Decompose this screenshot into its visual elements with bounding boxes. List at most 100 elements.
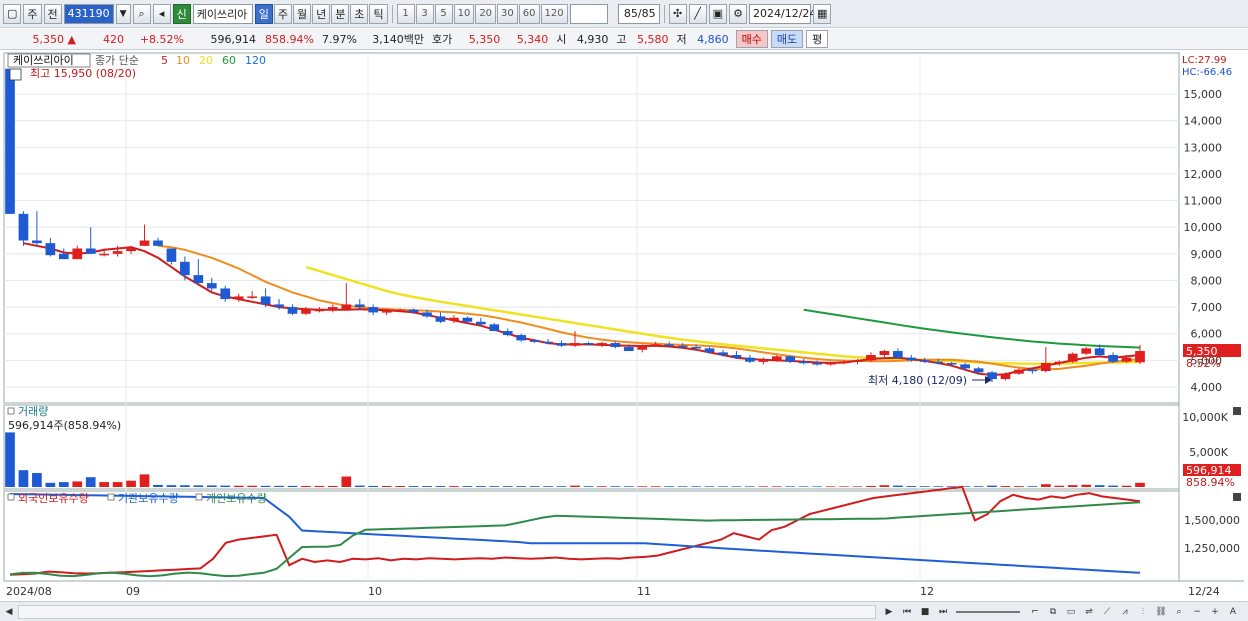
volume-bar[interactable]	[798, 486, 809, 487]
candle-body[interactable]	[462, 317, 473, 322]
volume-bar[interactable]	[408, 486, 419, 487]
save-icon[interactable]: ▣	[708, 3, 728, 24]
chevron-down-icon[interactable]: ▼	[115, 3, 131, 24]
volume-bar[interactable]	[704, 486, 715, 487]
volume-bar[interactable]	[153, 484, 163, 487]
volume-bar[interactable]	[812, 486, 822, 487]
volume-bar[interactable]	[664, 486, 675, 487]
volume-bar[interactable]	[785, 486, 796, 487]
font-icon[interactable]: A	[1226, 605, 1240, 619]
holding-legend-label[interactable]: 기관보유수량	[118, 492, 179, 505]
candle-body[interactable]	[1121, 357, 1132, 362]
candle-body[interactable]	[1135, 351, 1145, 363]
volume-bar[interactable]	[139, 474, 150, 487]
candle-body[interactable]	[1067, 353, 1078, 362]
compare-icon[interactable]: ⇌	[1082, 605, 1096, 619]
buy-button[interactable]: 매수	[735, 30, 768, 48]
candle-body[interactable]	[126, 248, 136, 252]
candle-body[interactable]	[314, 309, 325, 312]
horizontal-scrollbar[interactable]	[18, 605, 876, 619]
table-icon[interactable]	[9, 68, 22, 81]
candle-body[interactable]	[556, 343, 567, 346]
candle-body[interactable]	[341, 304, 352, 310]
volume-bar[interactable]	[462, 486, 473, 487]
candle-body[interactable]	[1054, 361, 1065, 364]
candle-body[interactable]	[798, 361, 809, 364]
copy-icon[interactable]: ⧉	[1046, 605, 1060, 619]
candle-body[interactable]	[449, 317, 459, 321]
candle-body[interactable]	[58, 253, 69, 260]
candle-body[interactable]	[85, 248, 96, 254]
volume-bar[interactable]	[583, 486, 594, 487]
interval-button[interactable]: 20	[475, 3, 497, 24]
volume-bar[interactable]	[906, 486, 917, 487]
volume-bar[interactable]	[919, 486, 930, 487]
volume-bar[interactable]	[247, 485, 257, 487]
candle-body[interactable]	[166, 248, 177, 262]
volume-bar[interactable]	[691, 486, 701, 487]
candle-body[interactable]	[368, 307, 379, 313]
candle-body[interactable]	[5, 68, 15, 214]
interval-button[interactable]: 60	[518, 3, 540, 24]
volume-bar[interactable]	[112, 482, 123, 487]
volume-bar[interactable]	[220, 485, 231, 487]
volume-bar[interactable]	[731, 486, 742, 487]
volume-bar[interactable]	[852, 486, 863, 487]
candle-body[interactable]	[233, 296, 244, 300]
ma-legend-item[interactable]: 10	[176, 54, 190, 67]
volume-bar[interactable]	[72, 481, 83, 487]
candle-body[interactable]	[933, 361, 944, 364]
candle-body[interactable]	[973, 368, 984, 373]
ma-legend-item[interactable]: 20	[199, 54, 213, 67]
volume-bar[interactable]	[610, 486, 621, 487]
candle-body[interactable]	[987, 372, 997, 380]
interval-button[interactable]: 5	[434, 3, 453, 24]
sell-button[interactable]: 매도	[770, 30, 804, 48]
volume-bar[interactable]	[718, 486, 728, 487]
calendar-icon[interactable]: ▦	[813, 3, 832, 24]
volume-bar[interactable]	[274, 485, 284, 487]
zigzag-icon[interactable]: ⩘	[1118, 605, 1132, 619]
volume-bar[interactable]	[973, 486, 984, 487]
interval-button[interactable]: 1	[396, 3, 415, 24]
tools-icon[interactable]: ✣	[668, 3, 687, 24]
candle-body[interactable]	[731, 355, 742, 358]
scroll-left-icon[interactable]: ◀	[2, 605, 16, 619]
candle-body[interactable]	[475, 321, 486, 325]
volume-bar[interactable]	[597, 486, 607, 487]
volume-bar[interactable]	[516, 486, 527, 487]
candle-body[interactable]	[812, 363, 822, 365]
candle-body[interactable]	[502, 331, 513, 336]
volume-bar[interactable]	[771, 486, 782, 487]
candle-body[interactable]	[153, 240, 163, 246]
volume-bar[interactable]	[489, 486, 500, 487]
candle-body[interactable]	[193, 275, 204, 284]
ma-legend-item[interactable]: 5	[161, 54, 168, 67]
candle-body[interactable]	[1108, 355, 1118, 362]
candle-body[interactable]	[206, 283, 217, 289]
interval-button[interactable]: 10	[453, 3, 475, 24]
candle-body[interactable]	[745, 357, 755, 362]
candle-body[interactable]	[18, 213, 29, 241]
volume-bar[interactable]	[637, 486, 648, 487]
candle-body[interactable]	[919, 360, 930, 362]
volume-bar[interactable]	[354, 485, 365, 487]
holding-legend-label[interactable]: 외국인보유수량	[18, 492, 89, 505]
volume-bar[interactable]	[543, 486, 553, 487]
volume-bar[interactable]	[529, 486, 540, 487]
volume-bar[interactable]	[745, 486, 755, 487]
volume-bar[interactable]	[18, 470, 29, 487]
candle-body[interactable]	[72, 248, 83, 260]
volume-bar[interactable]	[758, 486, 769, 487]
candle-body[interactable]	[785, 356, 796, 362]
volume-bar[interactable]	[1054, 485, 1065, 487]
candle-body[interactable]	[1081, 348, 1092, 354]
volume-bar[interactable]	[677, 486, 688, 487]
candle-body[interactable]	[597, 343, 607, 345]
volume-bar[interactable]	[1027, 486, 1038, 487]
volume-bar[interactable]	[879, 485, 890, 487]
search-icon[interactable]: ⌕	[132, 3, 151, 24]
candle-body[interactable]	[543, 341, 553, 344]
volume-bar[interactable]	[166, 485, 177, 487]
candle-body[interactable]	[247, 296, 257, 298]
